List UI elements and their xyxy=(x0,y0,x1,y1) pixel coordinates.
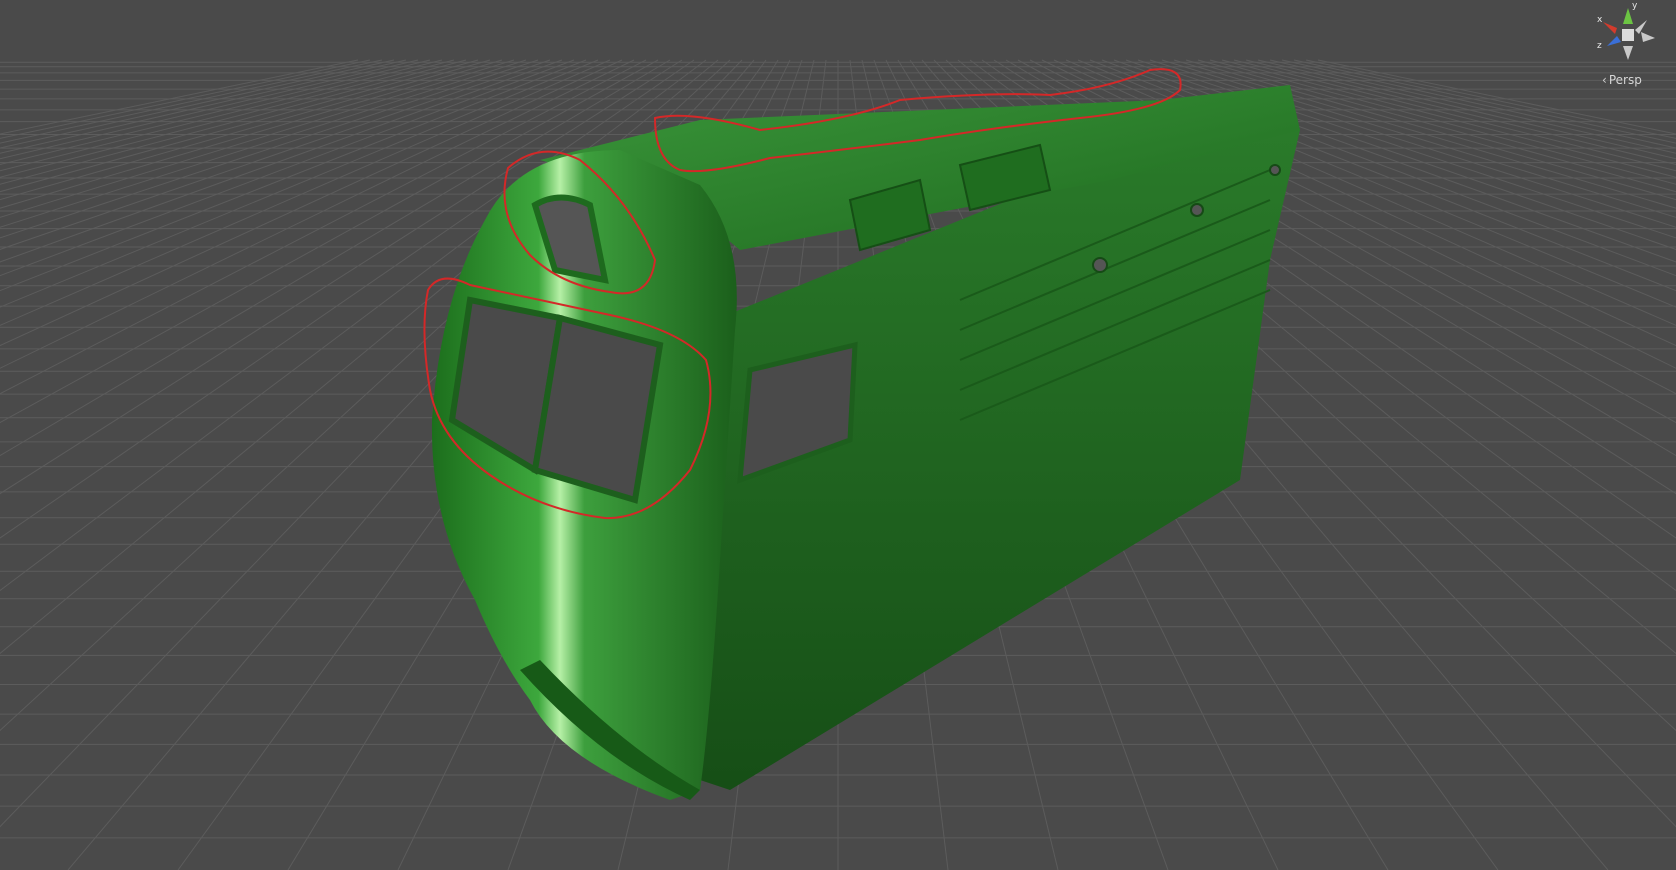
grid-line xyxy=(0,59,479,193)
grid-line xyxy=(0,59,467,185)
grid-line xyxy=(0,59,383,144)
projection-toggle[interactable]: ‹ Persp xyxy=(1602,73,1642,87)
gizmo-graphic xyxy=(1603,8,1655,60)
scene-viewport[interactable]: x y z ‹ Persp xyxy=(0,0,1676,870)
gizmo-x-label: x xyxy=(1597,15,1603,25)
projection-label: Persp xyxy=(1608,73,1642,87)
gizmo-neg-y-cone[interactable] xyxy=(1623,46,1633,60)
grid-line xyxy=(1305,59,1676,139)
grid-line xyxy=(0,59,371,139)
gizmo-neg-x-cone[interactable] xyxy=(1641,32,1655,42)
grid-line xyxy=(1293,59,1676,144)
grid-line xyxy=(1221,59,1676,178)
model-porthole xyxy=(1269,164,1281,176)
grid-line xyxy=(1233,59,1676,172)
gizmo-x-cone[interactable] xyxy=(1603,22,1617,34)
gizmo-z-cone[interactable] xyxy=(1607,36,1621,46)
model-front-window-right xyxy=(531,314,664,504)
chevron-left-icon: ‹ xyxy=(1602,73,1607,87)
gizmo-neg-z-cone[interactable] xyxy=(1635,20,1647,34)
scene-canvas[interactable] xyxy=(0,0,1676,870)
model-porthole xyxy=(1092,257,1108,273)
grid-line xyxy=(0,59,443,172)
gizmo-y-label: y xyxy=(1632,1,1638,11)
locomotive-model[interactable] xyxy=(431,85,1300,800)
grid-line xyxy=(1269,59,1676,154)
grid-line xyxy=(0,59,455,178)
gizmo-z-label: z xyxy=(1597,41,1602,51)
model-porthole xyxy=(1190,203,1204,217)
gizmo-center-cube[interactable] xyxy=(1622,29,1634,41)
grid-line xyxy=(0,59,407,154)
orientation-gizmo[interactable]: x y z xyxy=(1585,2,1671,74)
grid-line xyxy=(0,59,491,201)
